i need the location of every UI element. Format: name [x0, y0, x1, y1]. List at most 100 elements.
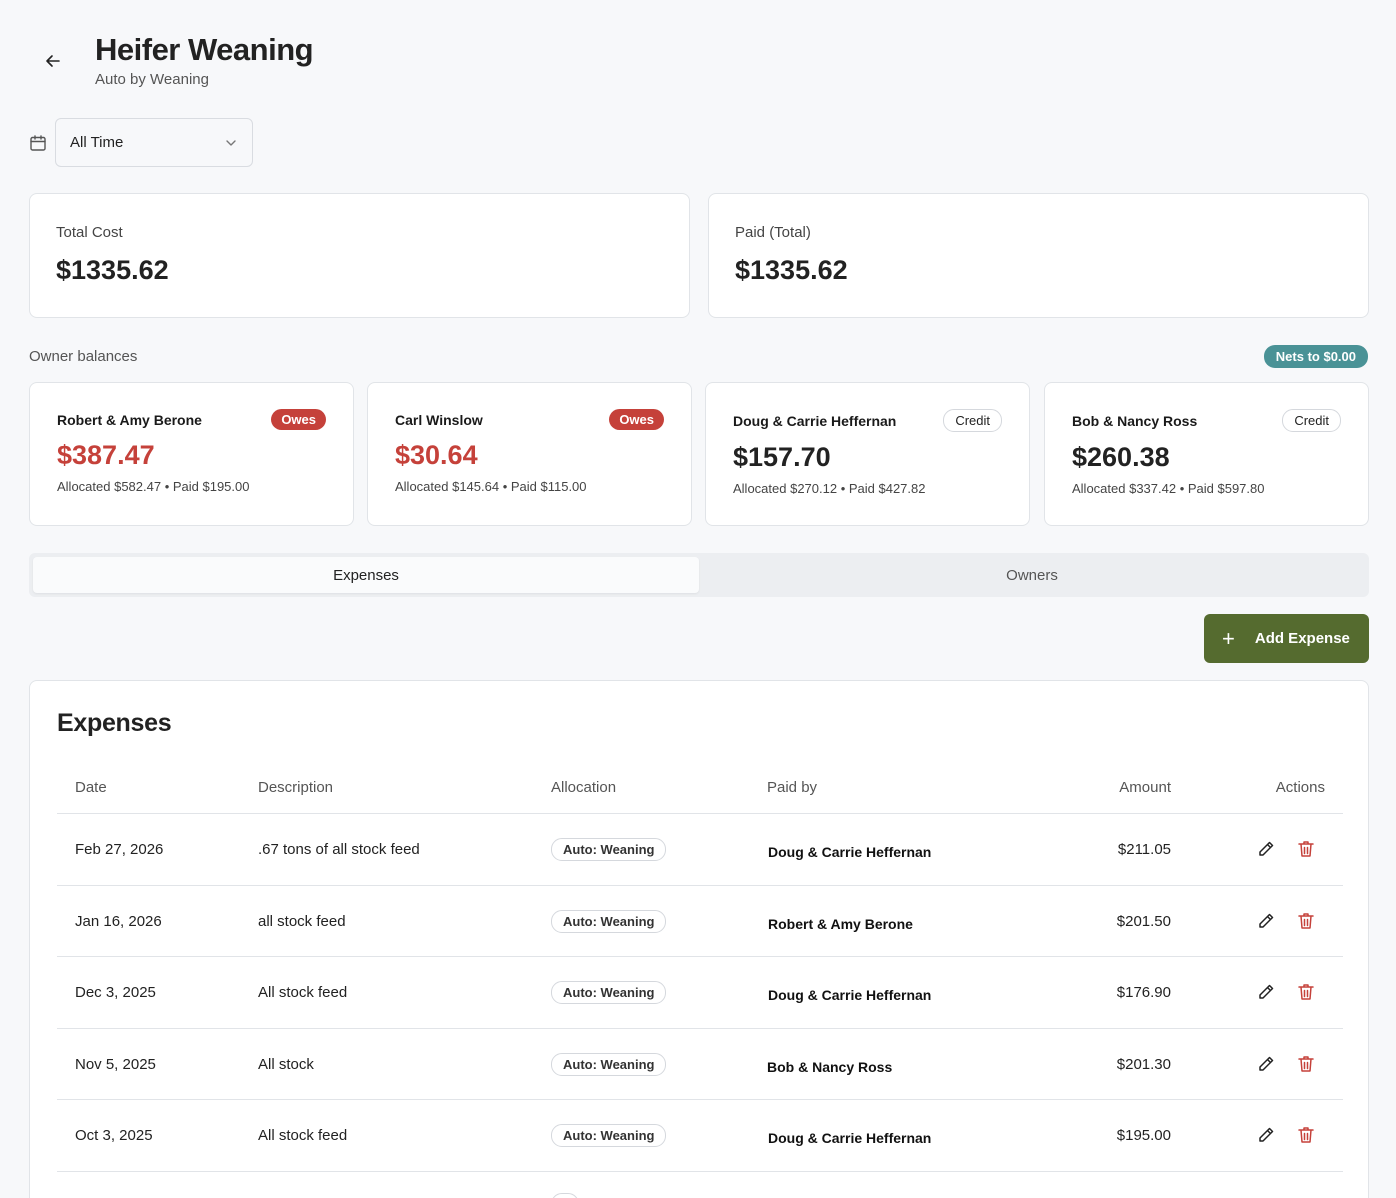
- page-title: Heifer Weaning: [95, 32, 314, 67]
- paid-total-label: Paid (Total): [735, 224, 811, 241]
- owner-balance-amount: $157.70: [733, 442, 831, 472]
- expense-description: all stock feed: [258, 912, 346, 930]
- expense-amount: $201.30: [1116, 1055, 1171, 1073]
- expense-date: Oct 3, 2025: [75, 1127, 153, 1144]
- expense-description: All stock feed: [258, 984, 348, 1001]
- expense-paid-by: Doug & Carrie Heffernan: [768, 1130, 932, 1146]
- owner-balance-amount: $387.47: [57, 440, 155, 470]
- back-button[interactable]: [40, 48, 66, 74]
- column-header-paid-by: Paid by: [767, 779, 818, 796]
- pencil-icon: [1259, 841, 1274, 856]
- expenses-title: Expenses: [57, 709, 172, 737]
- expense-paid-by: Doug & Carrie Heffernan: [768, 987, 932, 1003]
- column-header-description: Description: [258, 779, 334, 796]
- expense-paid-by: Bob & Nancy Ross: [767, 1058, 893, 1075]
- status-badge: Credit: [1282, 409, 1341, 432]
- edit-button[interactable]: [1256, 982, 1276, 1002]
- allocation-badge: [551, 1192, 579, 1198]
- table-row: Feb 27, 2026 .67 tons of all stock feed …: [57, 814, 1343, 886]
- allocation-badge: Auto: Weaning: [551, 1052, 667, 1076]
- owner-name: Robert & Amy Berone: [57, 411, 202, 428]
- trash-icon: [1298, 841, 1314, 857]
- owner-balance-card: Doug & Carrie Heffernan Credit $157.70 A…: [705, 382, 1030, 526]
- add-expense-label: Add Expense: [1254, 630, 1350, 647]
- chevron-down-icon: [226, 139, 236, 146]
- delete-button[interactable]: [1297, 1054, 1315, 1074]
- column-header-actions: Actions: [1275, 779, 1325, 796]
- owner-balance-detail: Allocated $270.12 • Paid $427.82: [733, 481, 926, 496]
- delete-button[interactable]: [1297, 982, 1315, 1002]
- trash-icon: [1298, 912, 1314, 929]
- allocation-badge: Auto: Weaning: [551, 838, 667, 861]
- allocation-badge: Auto: Weaning: [551, 1124, 667, 1147]
- pencil-icon: [1259, 984, 1274, 999]
- pencil-icon: [1259, 1056, 1274, 1071]
- column-header-allocation: Allocation: [551, 779, 617, 796]
- status-badge: Credit: [943, 409, 1002, 432]
- expense-amount: $195.00: [1116, 1127, 1171, 1144]
- expense-amount: $201.50: [1116, 912, 1171, 930]
- expense-date: Nov 5, 2025: [75, 1055, 156, 1073]
- expense-paid-by: Robert & Amy Berone: [768, 915, 913, 932]
- pencil-icon: [1259, 1127, 1274, 1142]
- table-row: [57, 1172, 1343, 1198]
- total-cost-card: Total Cost $1335.62: [29, 193, 690, 318]
- owner-balance-card: Carl Winslow Owes $30.64 Allocated $145.…: [367, 382, 692, 526]
- owner-balance-detail: Allocated $582.47 • Paid $195.00: [57, 479, 250, 494]
- trash-icon: [1298, 984, 1314, 1000]
- allocation-badge: Auto: Weaning: [551, 909, 667, 933]
- owner-balance-amount: $30.64: [395, 440, 478, 470]
- trash-icon: [1298, 1055, 1314, 1072]
- total-cost-label: Total Cost: [56, 224, 123, 241]
- edit-button[interactable]: [1256, 1054, 1276, 1074]
- date-range-select[interactable]: All Time: [55, 118, 253, 167]
- owner-balance-detail: Allocated $337.42 • Paid $597.80: [1072, 481, 1265, 496]
- view-tabs: Expenses Owners: [29, 553, 1369, 597]
- table-row: Dec 3, 2025 All stock feed Auto: Weaning…: [57, 957, 1343, 1029]
- arrow-left-icon: [46, 55, 60, 67]
- nets-badge: Nets to $0.00: [1263, 345, 1368, 368]
- plus-icon: +: [1222, 625, 1235, 651]
- owner-balances-label: Owner balances: [29, 348, 138, 365]
- paid-total-value: $1335.62: [735, 255, 848, 285]
- date-range-value: All Time: [70, 134, 124, 151]
- delete-button[interactable]: [1297, 1125, 1315, 1145]
- page-header: Heifer Weaning Auto by Weaning: [40, 30, 314, 88]
- page-subtitle: Auto by Weaning: [95, 71, 209, 88]
- allocation-badge: Auto: Weaning: [551, 981, 667, 1004]
- owner-name: Bob & Nancy Ross: [1072, 412, 1198, 429]
- expense-amount: $176.90: [1116, 984, 1171, 1001]
- expense-paid-by: Doug & Carrie Heffernan: [768, 844, 932, 860]
- add-expense-button[interactable]: + Add Expense: [1204, 614, 1369, 663]
- table-header: Date Description Allocation Paid by Amou…: [57, 767, 1343, 814]
- edit-button[interactable]: [1256, 1125, 1276, 1145]
- table-row: Oct 3, 2025 All stock feed Auto: Weaning…: [57, 1100, 1343, 1172]
- expense-date: Dec 3, 2025: [75, 984, 156, 1001]
- owner-name: Carl Winslow: [395, 411, 483, 428]
- trash-icon: [1298, 1127, 1314, 1143]
- expense-date: Jan 16, 2026: [75, 912, 162, 930]
- title-block: Heifer Weaning Auto by Weaning: [95, 30, 314, 88]
- column-header-amount: Amount: [1119, 779, 1171, 796]
- tab-expenses[interactable]: Expenses: [33, 557, 699, 593]
- owner-balance-card: Bob & Nancy Ross Credit $260.38 Allocate…: [1044, 382, 1369, 526]
- delete-button[interactable]: [1297, 839, 1315, 859]
- edit-button[interactable]: [1256, 839, 1276, 859]
- status-badge: Owes: [609, 409, 664, 430]
- total-cost-value: $1335.62: [56, 255, 169, 285]
- edit-button[interactable]: [1256, 911, 1276, 931]
- table-row: Nov 5, 2025 All stock Auto: Weaning Bob …: [57, 1029, 1343, 1100]
- tab-owners[interactable]: Owners: [699, 557, 1365, 593]
- expense-description: All stock feed: [258, 1127, 348, 1144]
- expense-amount: $211.05: [1117, 841, 1171, 858]
- date-filter: All Time: [29, 118, 253, 167]
- delete-button[interactable]: [1297, 911, 1315, 931]
- owner-balance-amount: $260.38: [1072, 442, 1170, 472]
- expense-description: .67 tons of all stock feed: [258, 841, 420, 858]
- owner-name: Doug & Carrie Heffernan: [733, 412, 897, 429]
- expense-date: Feb 27, 2026: [75, 841, 164, 858]
- calendar-icon: [29, 134, 47, 152]
- expense-description: All stock: [258, 1055, 314, 1073]
- paid-total-card: Paid (Total) $1335.62: [708, 193, 1369, 318]
- expenses-table-card: Expenses Date Description Allocation Pai…: [29, 680, 1369, 1198]
